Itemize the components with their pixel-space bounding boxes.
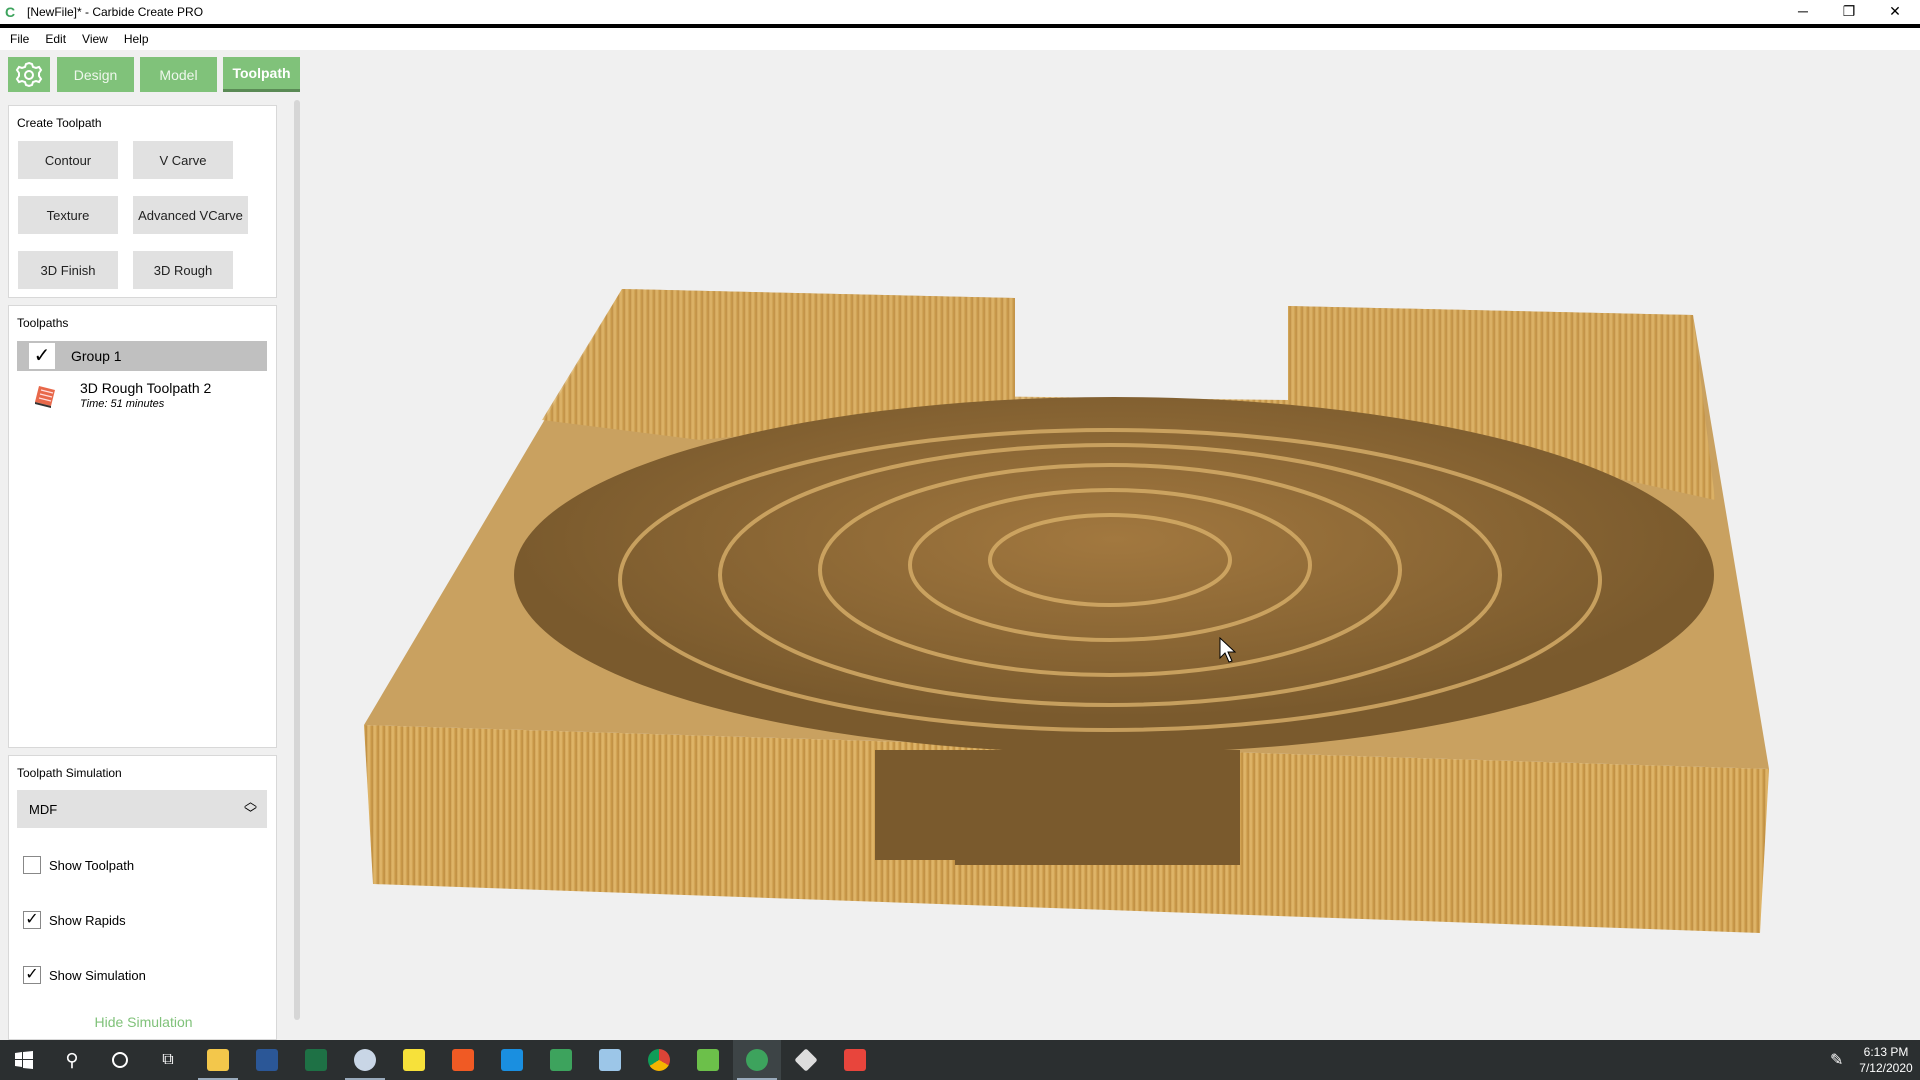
taskbar-file-explorer[interactable] <box>194 1040 242 1080</box>
cortana-button[interactable] <box>96 1040 144 1080</box>
taskbar-app3[interactable] <box>782 1040 830 1080</box>
search-button[interactable]: ⚲ <box>48 1040 96 1080</box>
taskbar: ⚲ ⧉ ✎ 6:13 PM 7/12/2020 <box>0 1040 1920 1080</box>
taskbar-mail[interactable] <box>488 1040 536 1080</box>
taskbar-word[interactable] <box>243 1040 291 1080</box>
pen-icon[interactable]: ✎ <box>1830 1050 1843 1070</box>
taskbar-app[interactable] <box>341 1040 389 1080</box>
cortana-icon <box>112 1052 128 1068</box>
search-icon: ⚲ <box>65 1049 79 1070</box>
mail-icon <box>501 1049 523 1071</box>
word-icon <box>256 1049 278 1071</box>
task-view-icon: ⧉ <box>162 1051 174 1068</box>
brave-icon <box>452 1049 474 1071</box>
app4-icon <box>844 1049 866 1071</box>
carbide-icon <box>550 1049 572 1071</box>
taskbar-app2[interactable] <box>586 1040 634 1080</box>
folder-icon <box>207 1049 229 1071</box>
stock-model <box>364 289 1769 933</box>
app2-icon <box>599 1049 621 1071</box>
taskbar-carbide[interactable] <box>537 1040 585 1080</box>
3d-simulation-viewport[interactable] <box>0 0 1920 1040</box>
excel-icon <box>305 1049 327 1071</box>
carbide-create-icon <box>746 1049 768 1071</box>
taskbar-carbide-create[interactable] <box>733 1040 781 1080</box>
taskbar-excel[interactable] <box>292 1040 340 1080</box>
taskbar-sticky-notes[interactable] <box>390 1040 438 1080</box>
task-view-button[interactable]: ⧉ <box>144 1040 192 1080</box>
m-app-icon <box>697 1049 719 1071</box>
app3-icon <box>794 1048 818 1072</box>
taskbar-brave[interactable] <box>439 1040 487 1080</box>
taskbar-m-app[interactable] <box>684 1040 732 1080</box>
clock-time: 6:13 PM <box>1863 1045 1909 1059</box>
taskbar-app4[interactable] <box>831 1040 879 1080</box>
sticky-notes-icon <box>403 1049 425 1071</box>
clock[interactable]: 6:13 PM 7/12/2020 <box>1858 1044 1914 1076</box>
clock-date: 7/12/2020 <box>1859 1061 1913 1075</box>
windows-icon <box>15 1051 33 1069</box>
chrome-icon <box>648 1049 670 1071</box>
taskbar-chrome[interactable] <box>635 1040 683 1080</box>
app-icon <box>354 1049 376 1071</box>
start-button[interactable] <box>0 1040 48 1080</box>
